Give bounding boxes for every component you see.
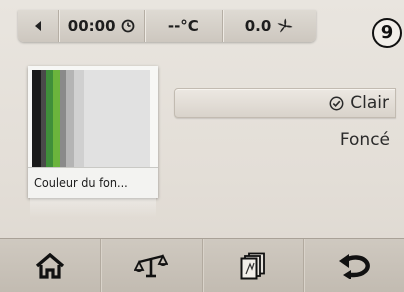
fan-value: 0.0 — [244, 17, 272, 35]
color-stripe — [46, 70, 53, 170]
time-value: 00:00 — [67, 17, 116, 35]
page-number-badge: 9 — [372, 18, 402, 48]
checkmark-circle-icon — [329, 96, 344, 110]
balance-button[interactable] — [101, 239, 203, 292]
background-color-tile[interactable]: Couleur du fon... — [28, 66, 158, 198]
status-bar: 00:00 --°C 0.0 — [18, 10, 316, 42]
back-button[interactable] — [18, 10, 59, 42]
color-stripe — [74, 70, 84, 170]
home-icon — [36, 253, 65, 279]
screen: 00:00 --°C 0.0 9 Couleur du fon... Clair… — [0, 0, 404, 292]
back-arrow-icon — [34, 21, 41, 31]
home-button[interactable] — [0, 239, 102, 292]
option-fonce-label: Foncé — [339, 130, 390, 150]
color-stripe — [32, 70, 41, 170]
time-display[interactable]: 00:00 — [59, 10, 145, 42]
pages-icon — [240, 252, 265, 280]
color-stripe — [84, 70, 150, 170]
pages-button[interactable] — [203, 239, 304, 292]
bottom-nav-bar — [0, 238, 404, 292]
tile-label: Couleur du fon... — [28, 167, 158, 198]
tile-reflection — [30, 198, 156, 218]
color-stripes — [32, 70, 150, 170]
color-stripe — [53, 70, 60, 170]
fan-icon — [277, 18, 293, 33]
option-clair-label: Clair — [350, 93, 389, 113]
temperature-value: --°C — [167, 17, 199, 35]
return-arrow-icon — [338, 254, 370, 279]
option-clair[interactable]: Clair — [174, 88, 396, 118]
option-fonce[interactable]: Foncé — [174, 125, 396, 155]
temperature-display[interactable]: --°C — [145, 10, 223, 42]
color-stripe — [66, 70, 74, 170]
clock-icon — [121, 19, 134, 33]
fan-display[interactable]: 0.0 — [223, 10, 316, 42]
return-button[interactable] — [304, 239, 404, 292]
balance-scale-icon — [134, 253, 169, 278]
